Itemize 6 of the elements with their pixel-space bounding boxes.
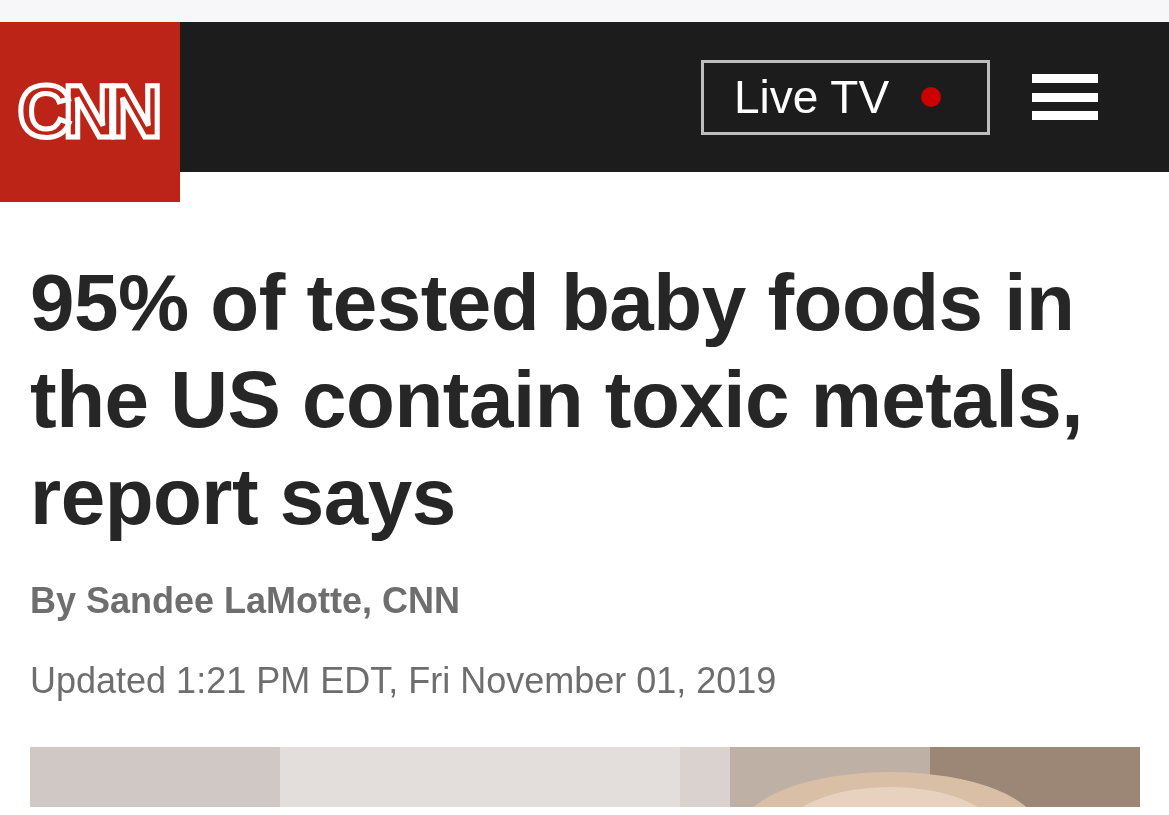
logo[interactable]: CNN bbox=[0, 22, 180, 202]
live-tv-button[interactable]: Live TV bbox=[701, 59, 990, 135]
menu-icon[interactable] bbox=[1032, 74, 1098, 120]
byline: By Sandee LaMotte, CNN bbox=[30, 579, 462, 623]
updated-date: Updated 1:21 PM EDT, Fri November 01, 2019 bbox=[30, 659, 778, 703]
headline: 95% of tested baby foods in the US contain toxic metals, report says bbox=[30, 257, 1084, 543]
